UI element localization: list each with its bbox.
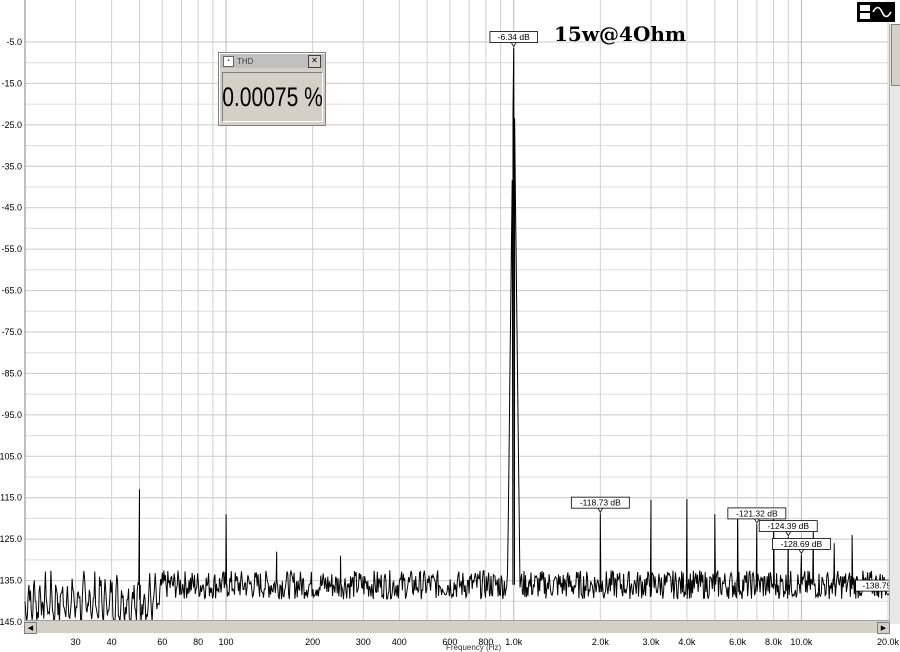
y-tick-label: -25.0 <box>1 120 22 130</box>
thd-value: 0.00075 % <box>222 81 323 112</box>
peak-marker: -118.73 dB <box>570 496 630 513</box>
y-tick-label: -115.0 <box>0 493 22 503</box>
x-tick-label: 20.0k <box>877 637 900 647</box>
scroll-left-arrow-icon[interactable]: ◀ <box>24 622 37 634</box>
thd-titlebar[interactable]: ▪ THD ✕ <box>220 54 324 68</box>
spectrum-trace <box>24 47 889 623</box>
meter-icon: ▪ <box>223 55 234 67</box>
y-tick-label: -55.0 <box>1 244 22 254</box>
peak-marker: -128.69 dB <box>772 538 831 555</box>
x-tick-label: 400 <box>392 637 407 647</box>
x-tick-label: 30 <box>71 637 81 647</box>
thd-window-title: THD <box>237 56 254 66</box>
y-tick-label: -85.0 <box>1 368 22 378</box>
chart-title: 15w@4Ohm <box>554 22 687 46</box>
peak-marker: -124.39 dB <box>758 520 818 537</box>
vertical-scroll-thumb[interactable] <box>891 24 900 86</box>
marker-label: -124.39 dB <box>767 521 809 531</box>
x-tick-label: 1.0k <box>505 637 523 647</box>
generator-toggle-button[interactable] <box>857 2 895 22</box>
x-tick-label: 80 <box>193 637 203 647</box>
peak-markers: -6.34 dB -118.73 dB -121.32 dB -124.39 dB -1… <box>489 31 899 596</box>
y-tick-label: -75.0 <box>1 327 22 337</box>
x-tick-label: 4.0k <box>678 637 696 647</box>
y-axis-labels: -5.0 -15.0 -25.0 -35.0 -45.0 -55.0 -65.0 -75.0 -… <box>0 37 22 627</box>
x-tick-label: 2.0k <box>592 637 610 647</box>
marker-label: -118.73 dB <box>580 498 621 508</box>
y-tick-label: -45.0 <box>1 203 22 213</box>
marker-label: -128.69 dB <box>781 539 823 549</box>
vertical-scrollbar[interactable] <box>889 24 900 624</box>
horizontal-scrollbar[interactable]: ◀ ▶ <box>24 620 890 634</box>
spectrum-chart: -5.0 -15.0 -25.0 -35.0 -45.0 -55.0 -65.0 -75.0 -… <box>0 0 900 647</box>
close-icon[interactable]: ✕ <box>308 54 321 68</box>
y-tick-label: -35.0 <box>1 161 22 171</box>
thd-window[interactable]: ▪ THD ✕ 0.00075 % <box>218 52 326 126</box>
y-tick-label: -5.0 <box>6 37 22 47</box>
y-tick-label: -135.0 <box>0 576 22 586</box>
y-tick-label: -95.0 <box>1 410 22 420</box>
chart-grid <box>24 0 889 623</box>
x-tick-label: 40 <box>107 637 117 647</box>
y-tick-label: -65.0 <box>1 286 22 296</box>
x-tick-label: 300 <box>356 637 371 647</box>
y-tick-label: -145.0 <box>0 617 22 627</box>
x-tick-label: 8.0k <box>765 637 783 647</box>
scroll-right-arrow-icon[interactable]: ▶ <box>877 622 890 634</box>
marker-label: -138.75 <box>862 581 891 591</box>
x-tick-label: 100 <box>219 637 234 647</box>
x-tick-label: 60 <box>157 637 167 647</box>
marker-label: -6.34 dB <box>498 32 530 42</box>
y-tick-label: -125.0 <box>0 534 22 544</box>
x-tick-label: 6.0k <box>729 637 747 647</box>
waveform-icon <box>860 5 892 19</box>
y-tick-label: -105.0 <box>0 451 22 461</box>
x-tick-label: 10.0k <box>790 637 813 647</box>
x-tick-label: 3.0k <box>642 637 660 647</box>
marker-label: -121.32 dB <box>736 508 778 518</box>
thd-readout: 0.00075 % <box>222 72 323 122</box>
peak-marker: -6.34 dB <box>489 31 538 48</box>
y-tick-label: -15.0 <box>1 78 22 88</box>
x-tick-label: 200 <box>305 637 320 647</box>
